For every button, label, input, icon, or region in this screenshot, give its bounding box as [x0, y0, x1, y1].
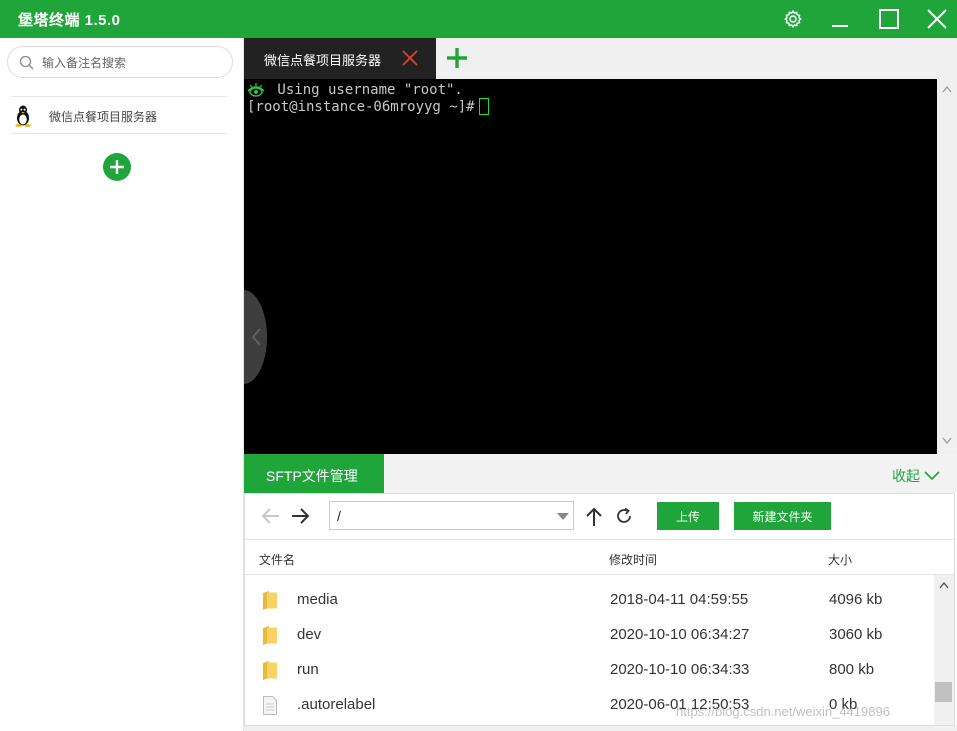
new-folder-button[interactable]: 新建文件夹	[734, 502, 831, 530]
search-icon	[19, 55, 34, 70]
tab-label: 微信点餐项目服务器	[264, 53, 382, 68]
terminal-prompt-text: [root@instance-06mroyyg ~]#	[247, 99, 475, 115]
sftp-toolbar: 上传 新建文件夹	[245, 494, 954, 540]
arrow-right-icon[interactable]	[290, 507, 310, 525]
file-size: 3060 kb	[829, 626, 883, 643]
folder-icon	[263, 661, 277, 680]
file-icon	[263, 696, 277, 715]
sftp-panel: 上传 新建文件夹 文件名 修改时间 大小 media 2018-04-11 04…	[244, 493, 955, 726]
caret-down-icon[interactable]	[557, 513, 569, 520]
linux-icon	[15, 105, 31, 127]
folder-icon	[263, 591, 277, 610]
terminal[interactable]: Using username "root". [root@instance-06…	[244, 79, 937, 454]
terminal-scrollbar[interactable]	[937, 79, 957, 454]
minimize-icon[interactable]	[825, 4, 855, 34]
watermark-text: https://blog.csdn.net/weixin_4419896	[676, 704, 890, 719]
chevron-up-icon[interactable]	[942, 85, 952, 93]
chevron-up-icon[interactable]	[939, 581, 949, 589]
folder-icon	[263, 626, 277, 645]
plus-icon[interactable]	[446, 47, 468, 69]
scrollbar-thumb[interactable]	[935, 682, 952, 702]
table-row[interactable]: dev 2020-10-10 06:34:27 3060 kb	[245, 618, 934, 653]
file-modified: 2020-10-10 06:34:27	[610, 626, 750, 643]
file-name: dev	[297, 626, 322, 643]
tab-sftp-label: SFTP文件管理	[266, 468, 358, 484]
file-modified: 2018-04-11 04:59:55	[610, 591, 749, 608]
terminal-prompt: [root@instance-06mroyyg ~]#	[247, 98, 489, 116]
file-modified: 2020-10-10 06:34:33	[610, 661, 750, 678]
chevron-down-icon	[924, 471, 940, 481]
status-strip	[244, 726, 957, 731]
file-name: media	[297, 591, 338, 608]
sidebar-collapse-handle[interactable]	[244, 290, 267, 384]
file-size: 4096 kb	[829, 591, 883, 608]
app-title: 堡塔终端 1.5.0	[18, 12, 121, 29]
sftp-collapse-label: 收起	[892, 468, 920, 484]
maximize-icon[interactable]	[874, 4, 904, 34]
table-row[interactable]: run 2020-10-10 06:34:33 800 kb	[245, 653, 934, 688]
chevron-down-icon[interactable]	[942, 437, 952, 445]
tab-bar: 微信点餐项目服务器	[244, 38, 957, 79]
sidebar: 微信点餐项目服务器	[0, 38, 244, 731]
table-row[interactable]: media 2018-04-11 04:59:55 4096 kb	[245, 583, 934, 618]
sidebar-item-server[interactable]: 微信点餐项目服务器	[11, 96, 227, 134]
file-name: .autorelabel	[297, 696, 376, 713]
search-box	[7, 46, 233, 78]
gear-icon[interactable]	[778, 4, 808, 34]
upload-button[interactable]: 上传	[657, 502, 719, 530]
tab-server[interactable]: 微信点餐项目服务器	[244, 38, 436, 79]
sidebar-item-label: 微信点餐项目服务器	[49, 110, 158, 124]
sftp-header: SFTP文件管理 收起	[244, 454, 957, 493]
file-table-header: 文件名 修改时间 大小	[245, 540, 954, 575]
eye-icon	[247, 83, 265, 97]
file-list: media 2018-04-11 04:59:55 4096 kb dev 20…	[245, 575, 934, 725]
column-header-name[interactable]: 文件名	[259, 551, 295, 568]
path-select[interactable]	[329, 501, 574, 530]
arrow-up-icon[interactable]	[585, 507, 603, 527]
title-bar: 堡塔终端 1.5.0	[0, 0, 957, 38]
terminal-line: Using username "root".	[269, 82, 463, 98]
path-input[interactable]	[337, 507, 537, 525]
file-list-scrollbar[interactable]	[934, 575, 954, 725]
chevron-left-icon	[251, 328, 261, 346]
terminal-cursor	[478, 98, 489, 115]
sftp-collapse-button[interactable]: 收起	[892, 466, 940, 486]
search-input[interactable]	[42, 53, 222, 73]
file-size: 800 kb	[829, 661, 875, 678]
close-icon[interactable]	[401, 49, 419, 67]
file-name: run	[297, 661, 319, 678]
refresh-icon[interactable]	[615, 507, 633, 525]
column-header-size[interactable]: 大小	[828, 551, 852, 568]
tab-sftp[interactable]: SFTP文件管理	[244, 454, 384, 493]
close-icon[interactable]	[922, 4, 952, 34]
column-header-modified[interactable]: 修改时间	[609, 551, 657, 568]
add-server-button[interactable]	[103, 153, 131, 181]
arrow-left-icon[interactable]	[261, 507, 281, 525]
plus-icon	[110, 160, 124, 174]
